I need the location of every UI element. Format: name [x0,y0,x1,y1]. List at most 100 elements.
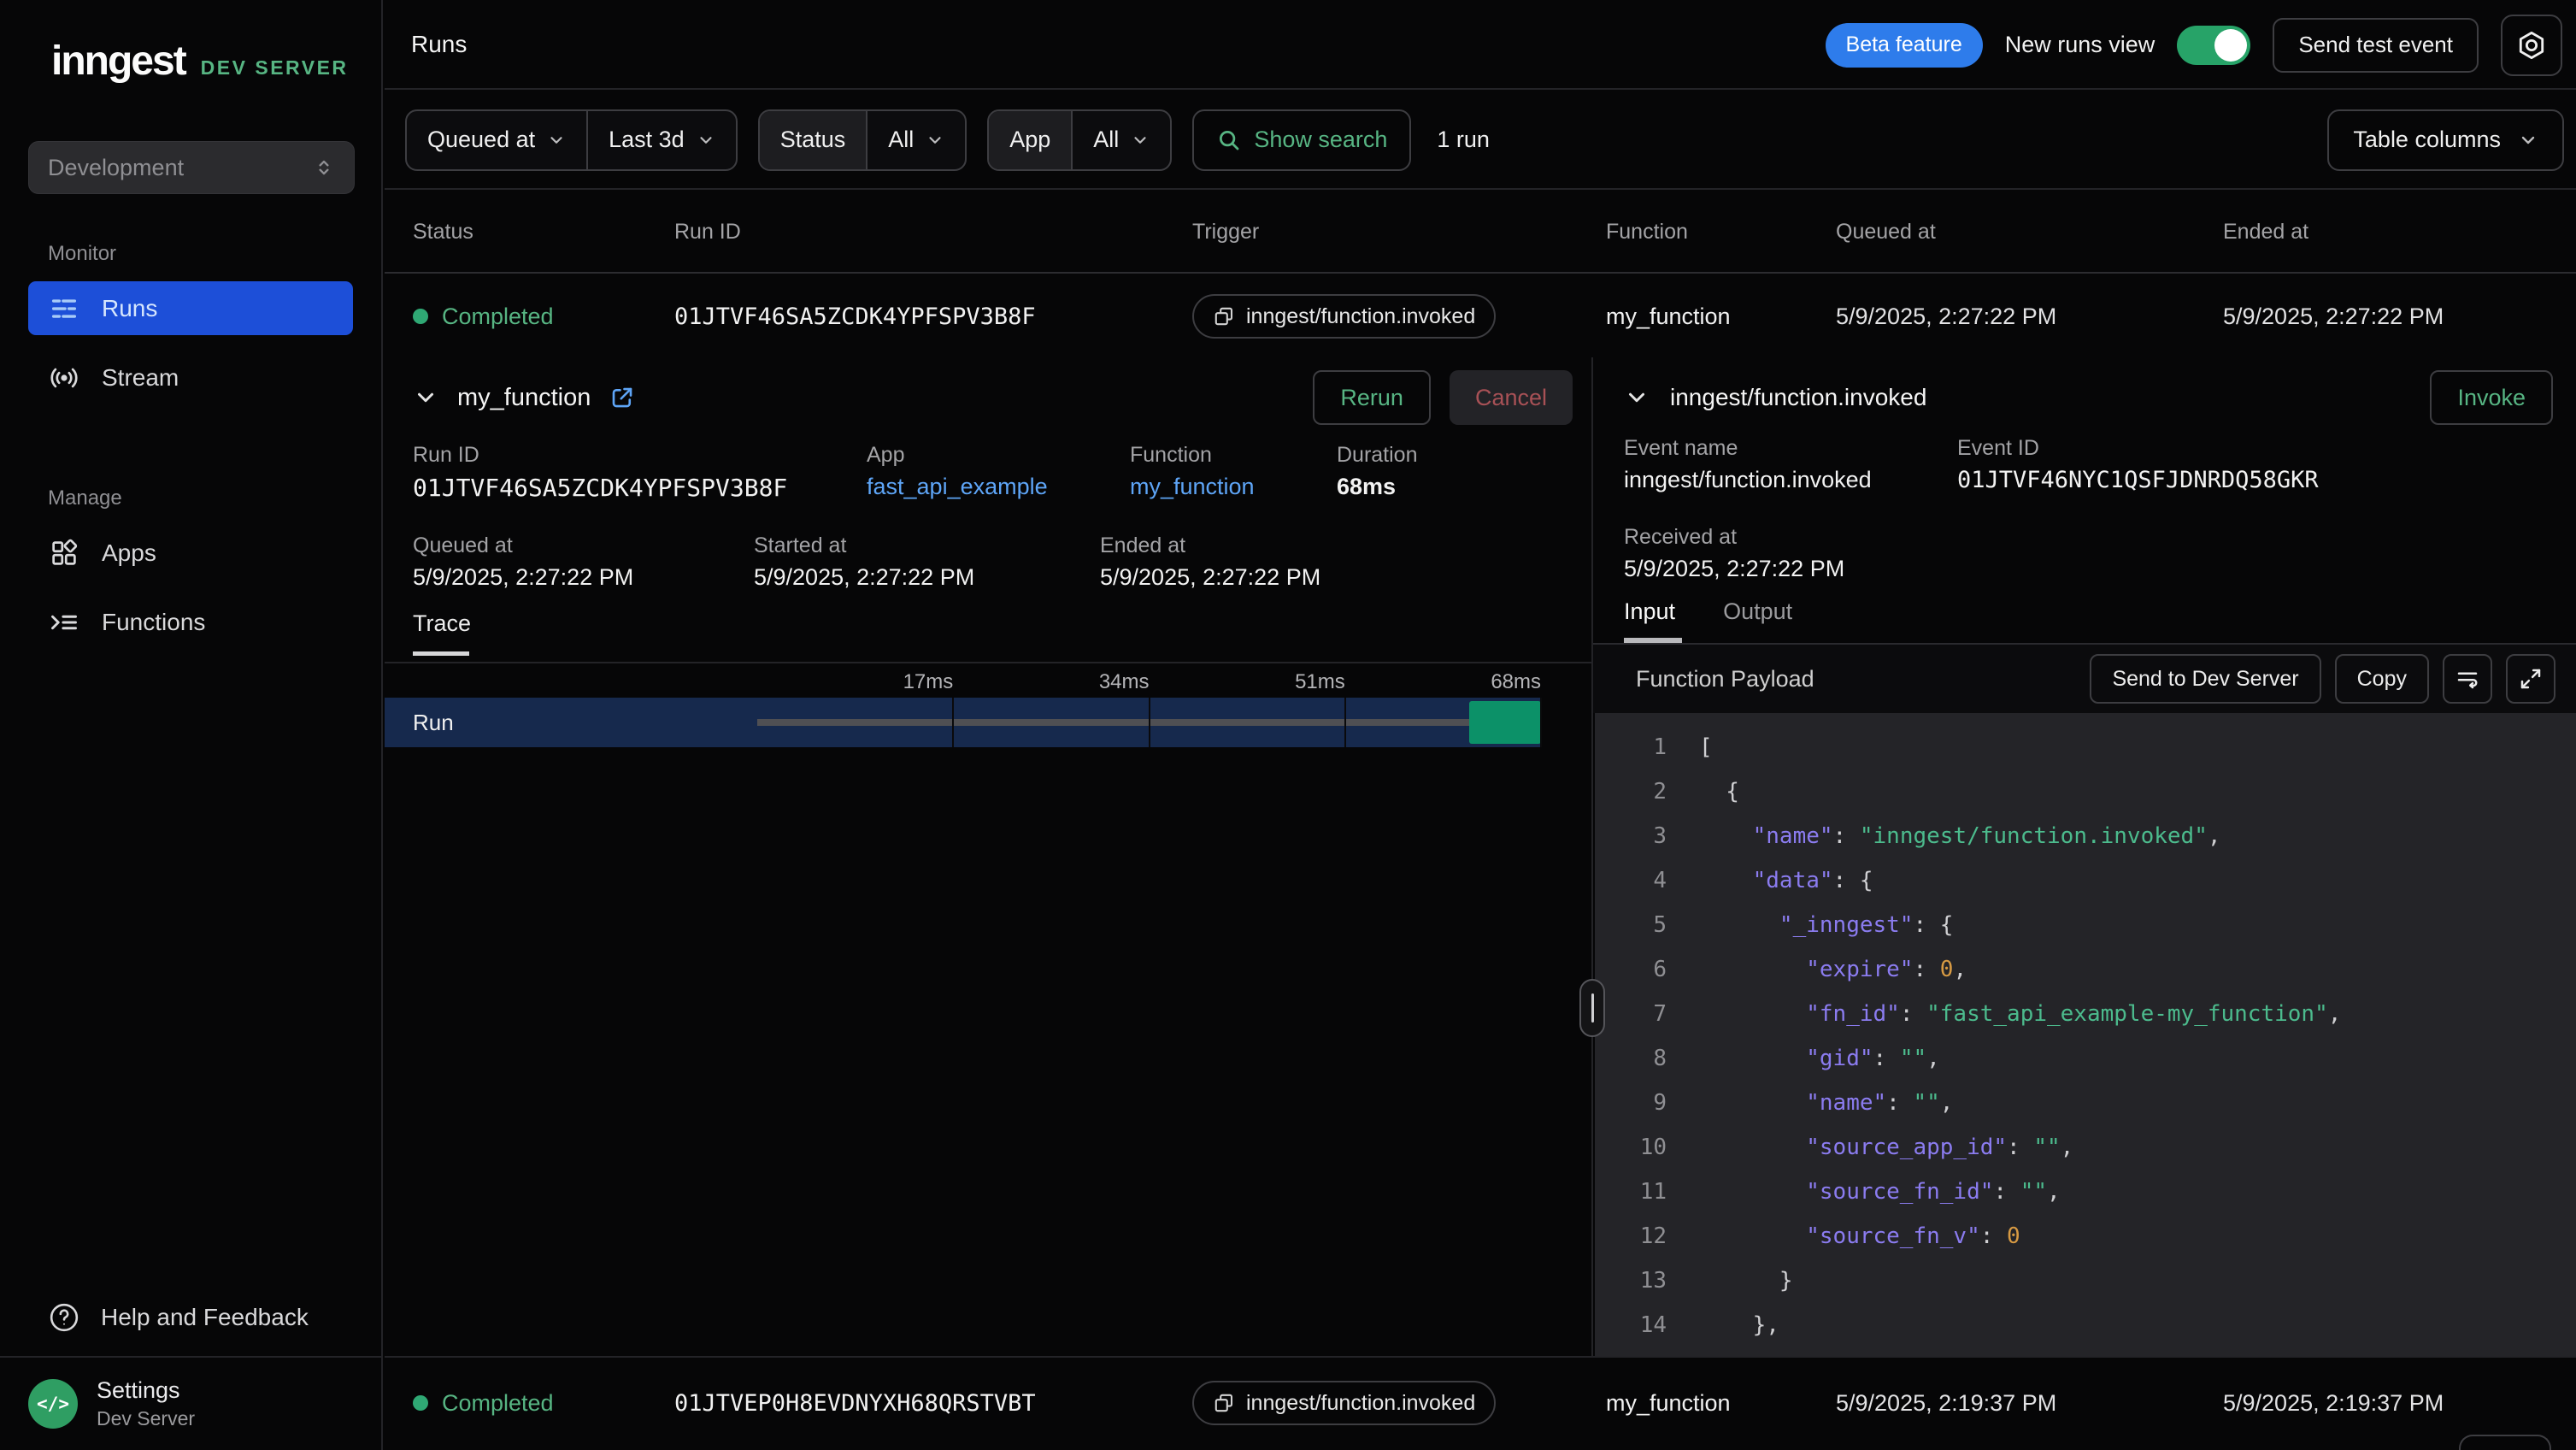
sidebar: inngest DEV SERVER Development Monitor R… [0,0,383,1450]
trace-run-row[interactable]: Run [385,698,1541,747]
run-detail-left: my_function Rerun Cancel Run ID 01JTVF46… [385,357,1591,1356]
ended-at-value: 5/9/2025, 2:27:22 PM [1100,564,1320,591]
collapse-run-chevron[interactable] [413,385,438,410]
show-search-button[interactable]: Show search [1192,109,1411,171]
show-search-label: Show search [1254,127,1387,153]
send-test-event-button[interactable]: Send test event [2273,18,2479,73]
dev-server-tag: DEV SERVER [201,56,349,80]
select-updown-icon [313,156,335,179]
help-and-feedback[interactable]: Help and Feedback [48,1301,381,1334]
inngest-logo: inngest [51,38,185,85]
sidebar-item-runs[interactable]: Runs [28,281,353,335]
cancel-button[interactable]: Cancel [1450,370,1573,425]
trace-axis: 17ms34ms51ms68ms [757,670,1541,698]
panel-resize-handle[interactable] [1579,979,1605,1037]
column-header: Status [413,220,674,245]
sidebar-item-label: Stream [102,364,179,392]
settings-footer[interactable]: </> Settings Dev Server [0,1356,381,1450]
column-header: Trigger [1192,220,1606,245]
code-line: 8 "gid": "", [1595,1036,2576,1081]
status-filter[interactable]: Status All [758,109,967,171]
event-id-value: 01JTVF46NYC1QSFJDNRDQ58GKR [1957,467,2319,493]
main-content: Runs Beta feature New runs view Send tes… [385,0,2576,1450]
trace-run-label: Run [413,710,454,736]
word-wrap-button[interactable] [2443,654,2492,704]
sidebar-item-functions[interactable]: Functions [28,595,353,649]
topbar: Runs Beta feature New runs view Send tes… [385,0,2576,90]
app-label: App [867,443,904,468]
run-id-cell: 01JTVF46SA5ZCDK4YPFSPV3B8F [674,304,1192,330]
ended-at-label: Ended at [1100,533,1185,558]
dev-server-avatar: </> [28,1379,78,1429]
started-at-value: 5/9/2025, 2:27:22 PM [754,564,974,591]
expand-button[interactable] [2506,654,2555,704]
queued-at-filter[interactable]: Queued at Last 3d [405,109,738,171]
collapse-event-chevron[interactable] [1624,385,1650,410]
table-row[interactable]: Completed 01JTVF46SA5ZCDK4YPFSPV3B8F inn… [385,275,2576,357]
copy-button[interactable]: Copy [2335,654,2429,704]
app-link[interactable]: fast_api_example [867,474,1048,500]
tab-input[interactable]: Input [1624,598,1675,625]
code-line: 3 "name": "inngest/function.invoked", [1595,814,2576,858]
queued-at-value: 5/9/2025, 2:27:22 PM [413,564,633,591]
code-line: 11 "source_fn_id": "", [1595,1170,2576,1214]
logo-row: inngest DEV SERVER [0,0,381,85]
app-filter-value[interactable]: All [1073,111,1170,169]
trace-tick-label: 17ms [903,670,954,694]
received-at-label: Received at [1624,525,1737,550]
queued-at-field[interactable]: Queued at [407,111,586,169]
trigger-badge[interactable]: inngest/function.invoked [1192,1381,1496,1425]
code-line: 6 "expire": 0, [1595,947,2576,992]
next-row-peek-button[interactable] [2459,1435,2551,1450]
sidebar-item-apps[interactable]: Apps [28,526,353,580]
stream-icon [49,362,79,393]
external-link-icon[interactable] [609,385,635,410]
column-header: Ended at [2223,220,2576,245]
sidebar-item-stream[interactable]: Stream [28,351,353,404]
code-line: 4 "data": { [1595,858,2576,903]
tab-output[interactable]: Output [1723,598,1792,625]
rerun-button[interactable]: Rerun [1313,370,1431,425]
trace-exec-segment[interactable] [1469,701,1541,744]
code-line: 14 }, [1595,1303,2576,1347]
trace-grid-line [1149,698,1150,747]
run-detail-title: my_function [457,384,591,412]
trace-tab-underline [413,651,469,656]
code-line: 7 "fn_id": "fast_api_example-my_function… [1595,992,2576,1036]
page-title: Runs [411,31,467,58]
new-runs-view-toggle[interactable] [2177,26,2250,65]
invoke-button[interactable]: Invoke [2430,370,2553,425]
table-columns-button[interactable]: Table columns [2327,109,2564,171]
trace-timeline [757,698,1541,747]
tab-trace[interactable]: Trace [413,610,471,637]
send-to-dev-server-button[interactable]: Send to Dev Server [2090,654,2320,704]
time-range-value[interactable]: Last 3d [588,111,736,169]
runs-icon [49,293,79,324]
code-line: 1[ [1595,725,2576,769]
trigger-badge[interactable]: inngest/function.invoked [1192,294,1496,339]
code-line: 2 { [1595,769,2576,814]
code-line: 12 "source_fn_v": 0 [1595,1214,2576,1258]
event-name-label: Event name [1624,436,1738,461]
function-cell: my_function [1606,304,1836,330]
settings-gear-button[interactable] [2501,15,2562,76]
chevron-down-icon [2518,130,2538,150]
search-icon [1216,127,1242,153]
table-row[interactable]: Completed 01JTVEP0H8EVDNYXH68QRSTVBT inn… [385,1358,2576,1448]
status-filter-value[interactable]: All [867,111,965,169]
app-filter[interactable]: App All [987,109,1172,171]
function-link[interactable]: my_function [1130,474,1255,500]
sidebar-item-label: Runs [102,295,157,322]
run-id-label: Run ID [413,443,479,468]
chevron-down-icon [697,131,715,150]
payload-code-scroll[interactable]: 1[2 {3 "name": "inngest/function.invoked… [1595,713,2576,1356]
chevron-down-icon [1131,131,1150,150]
help-label: Help and Feedback [101,1304,309,1331]
workspace-select[interactable]: Development [28,141,355,194]
filter-bar: Queued at Last 3d Status All App [385,91,2576,190]
queued-at-label: Queued at [413,533,513,558]
function-cell: my_function [1606,1390,1836,1417]
trace-tick-label: 51ms [1295,670,1345,694]
status-dot-completed [413,1395,428,1411]
payload-header: Function Payload Send to Dev Server Copy [1593,645,2576,713]
